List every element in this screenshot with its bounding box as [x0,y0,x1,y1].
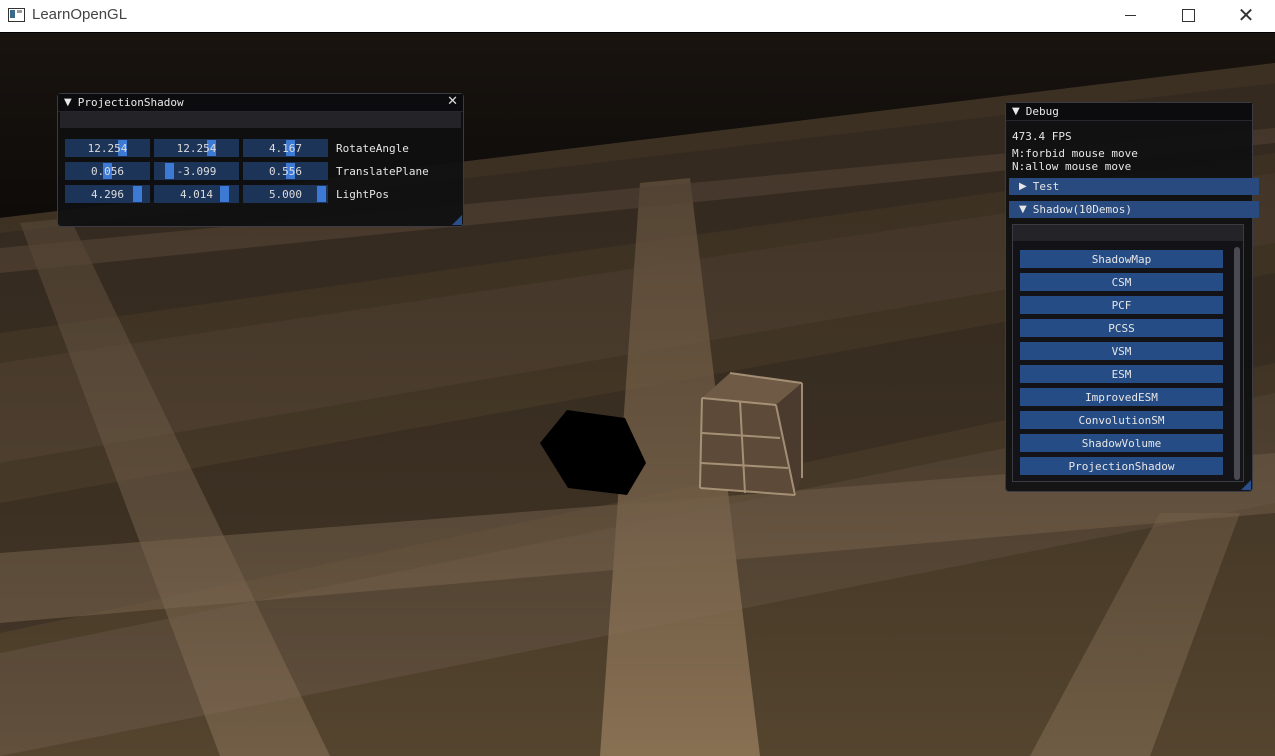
demo-list-scrollbar[interactable] [1234,247,1240,480]
crate-cube [699,372,803,496]
translate-plane-z-drag[interactable]: 0.556 [243,162,328,180]
rotate-angle-y-drag[interactable]: 12.254 [154,139,239,157]
collapse-arrow-icon[interactable]: ▼ [64,97,72,108]
slider-grab [165,163,174,179]
shadow-demo-list[interactable]: ShadowMap CSM PCF PCSS VSM ESM ImprovedE… [1012,224,1244,482]
fps-text: 473.4 FPS [1012,130,1072,143]
resize-grip[interactable] [452,215,462,225]
csm-button[interactable]: CSM [1020,273,1223,291]
pcss-button[interactable]: PCSS [1020,319,1223,337]
improved-esm-button[interactable]: ImprovedESM [1020,388,1223,406]
shadowmap-button[interactable]: ShadowMap [1020,250,1223,268]
translate-plane-row: 0.056 -3.099 0.556 TranslatePlane [65,162,436,180]
close-icon[interactable]: ✕ [447,94,458,109]
maximize-icon [1181,8,1195,22]
collapse-arrow-icon[interactable]: ▼ [1012,106,1020,117]
rotate-angle-x-drag[interactable]: 12.254 [65,139,150,157]
slider-grab [220,186,229,202]
slider-grab [133,186,142,202]
esm-button[interactable]: ESM [1020,365,1223,383]
pcf-button[interactable]: PCF [1020,296,1223,314]
projection-window-titlebar[interactable]: ▼ ProjectionShadow ✕ [58,94,463,112]
projection-shadow-button[interactable]: ProjectionShadow [1020,457,1223,475]
title-bar: LearnOpenGL ✕ [0,0,1275,32]
collapse-arrow-icon: ▼ [1019,204,1027,215]
expand-arrow-icon: ▶ [1019,181,1027,192]
light-pos-z-drag[interactable]: 5.000 [243,185,328,203]
maximize-button[interactable] [1159,0,1217,30]
vsm-button[interactable]: VSM [1020,342,1223,360]
translate-plane-label: TranslatePlane [336,164,429,178]
convolution-sm-button[interactable]: ConvolutionSM [1020,411,1223,429]
app-icon [8,8,25,22]
minimize-button[interactable] [1101,0,1159,30]
rotate-angle-z-drag[interactable]: 4.167 [243,139,328,157]
minimize-icon [1124,14,1136,16]
light-pos-x-drag[interactable]: 4.296 [65,185,150,203]
shadow-volume-button[interactable]: ShadowVolume [1020,434,1223,452]
header-shadow-demos[interactable]: ▼ Shadow(10Demos) [1009,201,1259,218]
rotate-angle-row: 12.254 12.254 4.167 RotateAngle [65,139,436,157]
light-pos-label: LightPos [336,187,389,201]
projection-window-title: ProjectionShadow [77,96,184,109]
close-button[interactable]: ✕ [1217,0,1275,30]
header-test[interactable]: ▶ Test [1009,178,1259,195]
window-title: LearnOpenGL [32,6,128,23]
header-test-label: Test [1032,180,1060,193]
slider-grab [317,186,326,202]
demo-list-menu-strip [1013,225,1243,241]
debug-window[interactable]: ▼ Debug 473.4 FPS M:forbid mouse move N:… [1005,102,1259,492]
translate-plane-y-drag[interactable]: -3.099 [154,162,239,180]
debug-window-titlebar[interactable]: ▼ Debug [1006,103,1252,121]
projection-shadow-window[interactable]: ▼ ProjectionShadow ✕ 12.254 12.254 4.167… [57,93,464,227]
rotate-angle-label: RotateAngle [336,141,409,155]
resize-grip[interactable] [1241,480,1251,490]
hint-allow-mouse: N:allow mouse move [1012,160,1132,173]
translate-plane-x-drag[interactable]: 0.056 [65,162,150,180]
light-pos-y-drag[interactable]: 4.014 [154,185,239,203]
projection-window-menu-strip [60,112,461,128]
header-shadow-label: Shadow(10Demos) [1032,203,1133,216]
hint-forbid-mouse: M:forbid mouse move [1012,147,1138,160]
light-pos-row: 4.296 4.014 5.000 LightPos [65,185,436,203]
close-icon: ✕ [1237,3,1255,27]
debug-window-title: Debug [1025,105,1059,118]
